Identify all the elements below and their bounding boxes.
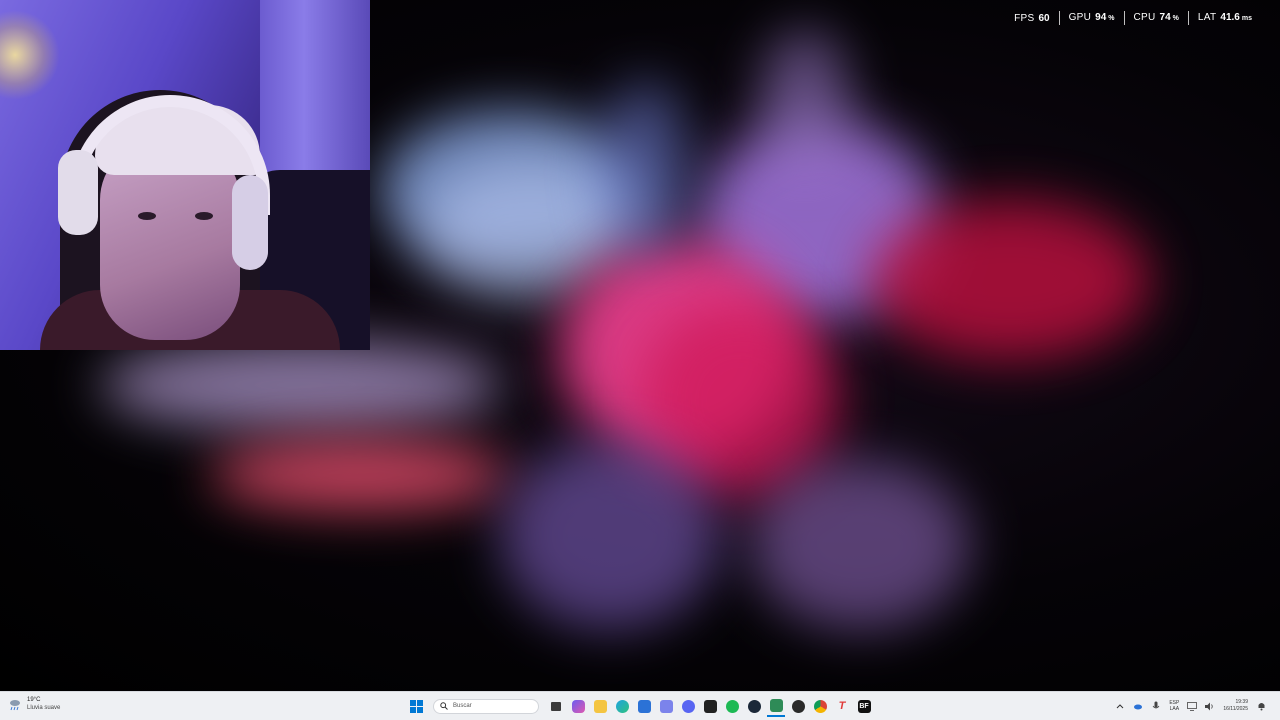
taskbar-app-teams[interactable] — [657, 695, 675, 717]
latency-label: LAT — [1197, 12, 1217, 23]
windows-logo-icon — [409, 699, 423, 713]
taskbar-app-copilot[interactable] — [569, 695, 587, 717]
taskbar-app-file-explorer[interactable] — [591, 695, 609, 717]
notifications-button[interactable] — [1256, 701, 1266, 711]
volume-button[interactable] — [1205, 701, 1215, 711]
bell-icon — [1258, 703, 1264, 711]
clock-date: 16/11/2025 — [1223, 706, 1248, 712]
taskbar-app-epic-games[interactable] — [701, 695, 719, 717]
gpu-unit: % — [1108, 15, 1115, 22]
microsoft-store-icon — [637, 699, 651, 713]
taskbar-app-edge[interactable] — [613, 695, 631, 717]
taskbar-app-chrome[interactable] — [811, 695, 829, 717]
tray-app-icon[interactable] — [1133, 701, 1143, 711]
desktop-wallpaper: FPS 60 GPU 94 % CPU 74 % LAT 41.6 ms — [0, 0, 1280, 691]
discord-icon — [681, 699, 695, 713]
weather-description: Lluvia suave — [27, 705, 61, 711]
start-button[interactable] — [407, 695, 425, 717]
chrome-icon — [813, 699, 827, 713]
network-icon — [1187, 701, 1198, 711]
weather-widget[interactable]: 19°C Lluvia suave — [8, 696, 60, 712]
spotify-icon — [725, 699, 739, 713]
taskbar-app-task-view[interactable] — [547, 695, 565, 717]
microphone-button[interactable] — [1151, 701, 1161, 711]
taskbar-app-store[interactable] — [635, 695, 653, 717]
task-view-icon — [551, 701, 561, 711]
taskbar: 19°C Lluvia suave Buscar T BF ESP LAA 19… — [0, 691, 1280, 720]
system-tray: ESP LAA 19:39 16/11/2025 — [1115, 695, 1266, 717]
speaker-icon — [1205, 702, 1213, 710]
cpu-stat: CPU 74 % — [1123, 11, 1188, 25]
taskbar-app-obs[interactable] — [789, 695, 807, 717]
language-indicator[interactable]: ESP LAA — [1169, 700, 1179, 712]
search-icon — [440, 702, 448, 710]
taskbar-app-discord[interactable] — [679, 695, 697, 717]
fps-stat: FPS 60 — [1005, 12, 1058, 25]
latency-stat: LAT 41.6 ms — [1187, 11, 1261, 25]
copilot-icon — [571, 699, 585, 713]
clock[interactable]: 19:39 16/11/2025 — [1223, 699, 1248, 713]
gpu-label: GPU — [1068, 12, 1092, 23]
chevron-up-icon — [1116, 704, 1124, 709]
battlefield-icon: BF — [857, 699, 871, 713]
gpu-value: 94 — [1095, 12, 1107, 23]
cpu-label: CPU — [1133, 12, 1156, 23]
webcam-overlay — [0, 0, 370, 350]
taskbar-app-text-editor[interactable]: T — [833, 695, 851, 717]
weather-temperature: 19°C — [27, 697, 41, 703]
performance-overlay: FPS 60 GPU 94 % CPU 74 % LAT 41.6 ms — [1005, 11, 1261, 25]
cloud-sync-icon — [1134, 704, 1143, 710]
obs-icon — [791, 699, 805, 713]
cpu-value: 74 — [1159, 12, 1171, 23]
fps-value: 60 — [1038, 12, 1050, 24]
microphone-icon — [1153, 701, 1160, 709]
show-hidden-icons-button[interactable] — [1115, 701, 1125, 711]
taskbar-app-battlefield[interactable]: BF — [855, 695, 873, 717]
taskbar-app-spotify[interactable] — [723, 695, 741, 717]
taskbar-app-active[interactable] — [767, 695, 785, 717]
keyboard-layout: LAA — [1169, 706, 1180, 712]
clock-time: 19:39 — [1235, 699, 1248, 705]
app-active-icon — [769, 698, 783, 712]
fps-label: FPS — [1014, 12, 1035, 24]
taskbar-app-steam[interactable] — [745, 695, 763, 717]
rain-cloud-icon — [10, 700, 20, 711]
edge-icon — [615, 699, 629, 713]
latency-value: 41.6 — [1220, 12, 1240, 23]
text-editor-icon: T — [838, 699, 846, 712]
search-box[interactable]: Buscar — [433, 698, 539, 714]
search-placeholder: Buscar — [453, 703, 472, 709]
latency-unit: ms — [1241, 15, 1252, 22]
epic-games-icon — [703, 699, 717, 713]
taskbar-center: Buscar T BF — [407, 695, 873, 717]
network-button[interactable] — [1187, 701, 1198, 711]
gpu-stat: GPU 94 % — [1058, 11, 1124, 25]
steam-icon — [747, 699, 761, 713]
teams-icon — [659, 699, 673, 713]
file-explorer-icon — [593, 699, 607, 713]
cpu-unit: % — [1172, 15, 1179, 22]
